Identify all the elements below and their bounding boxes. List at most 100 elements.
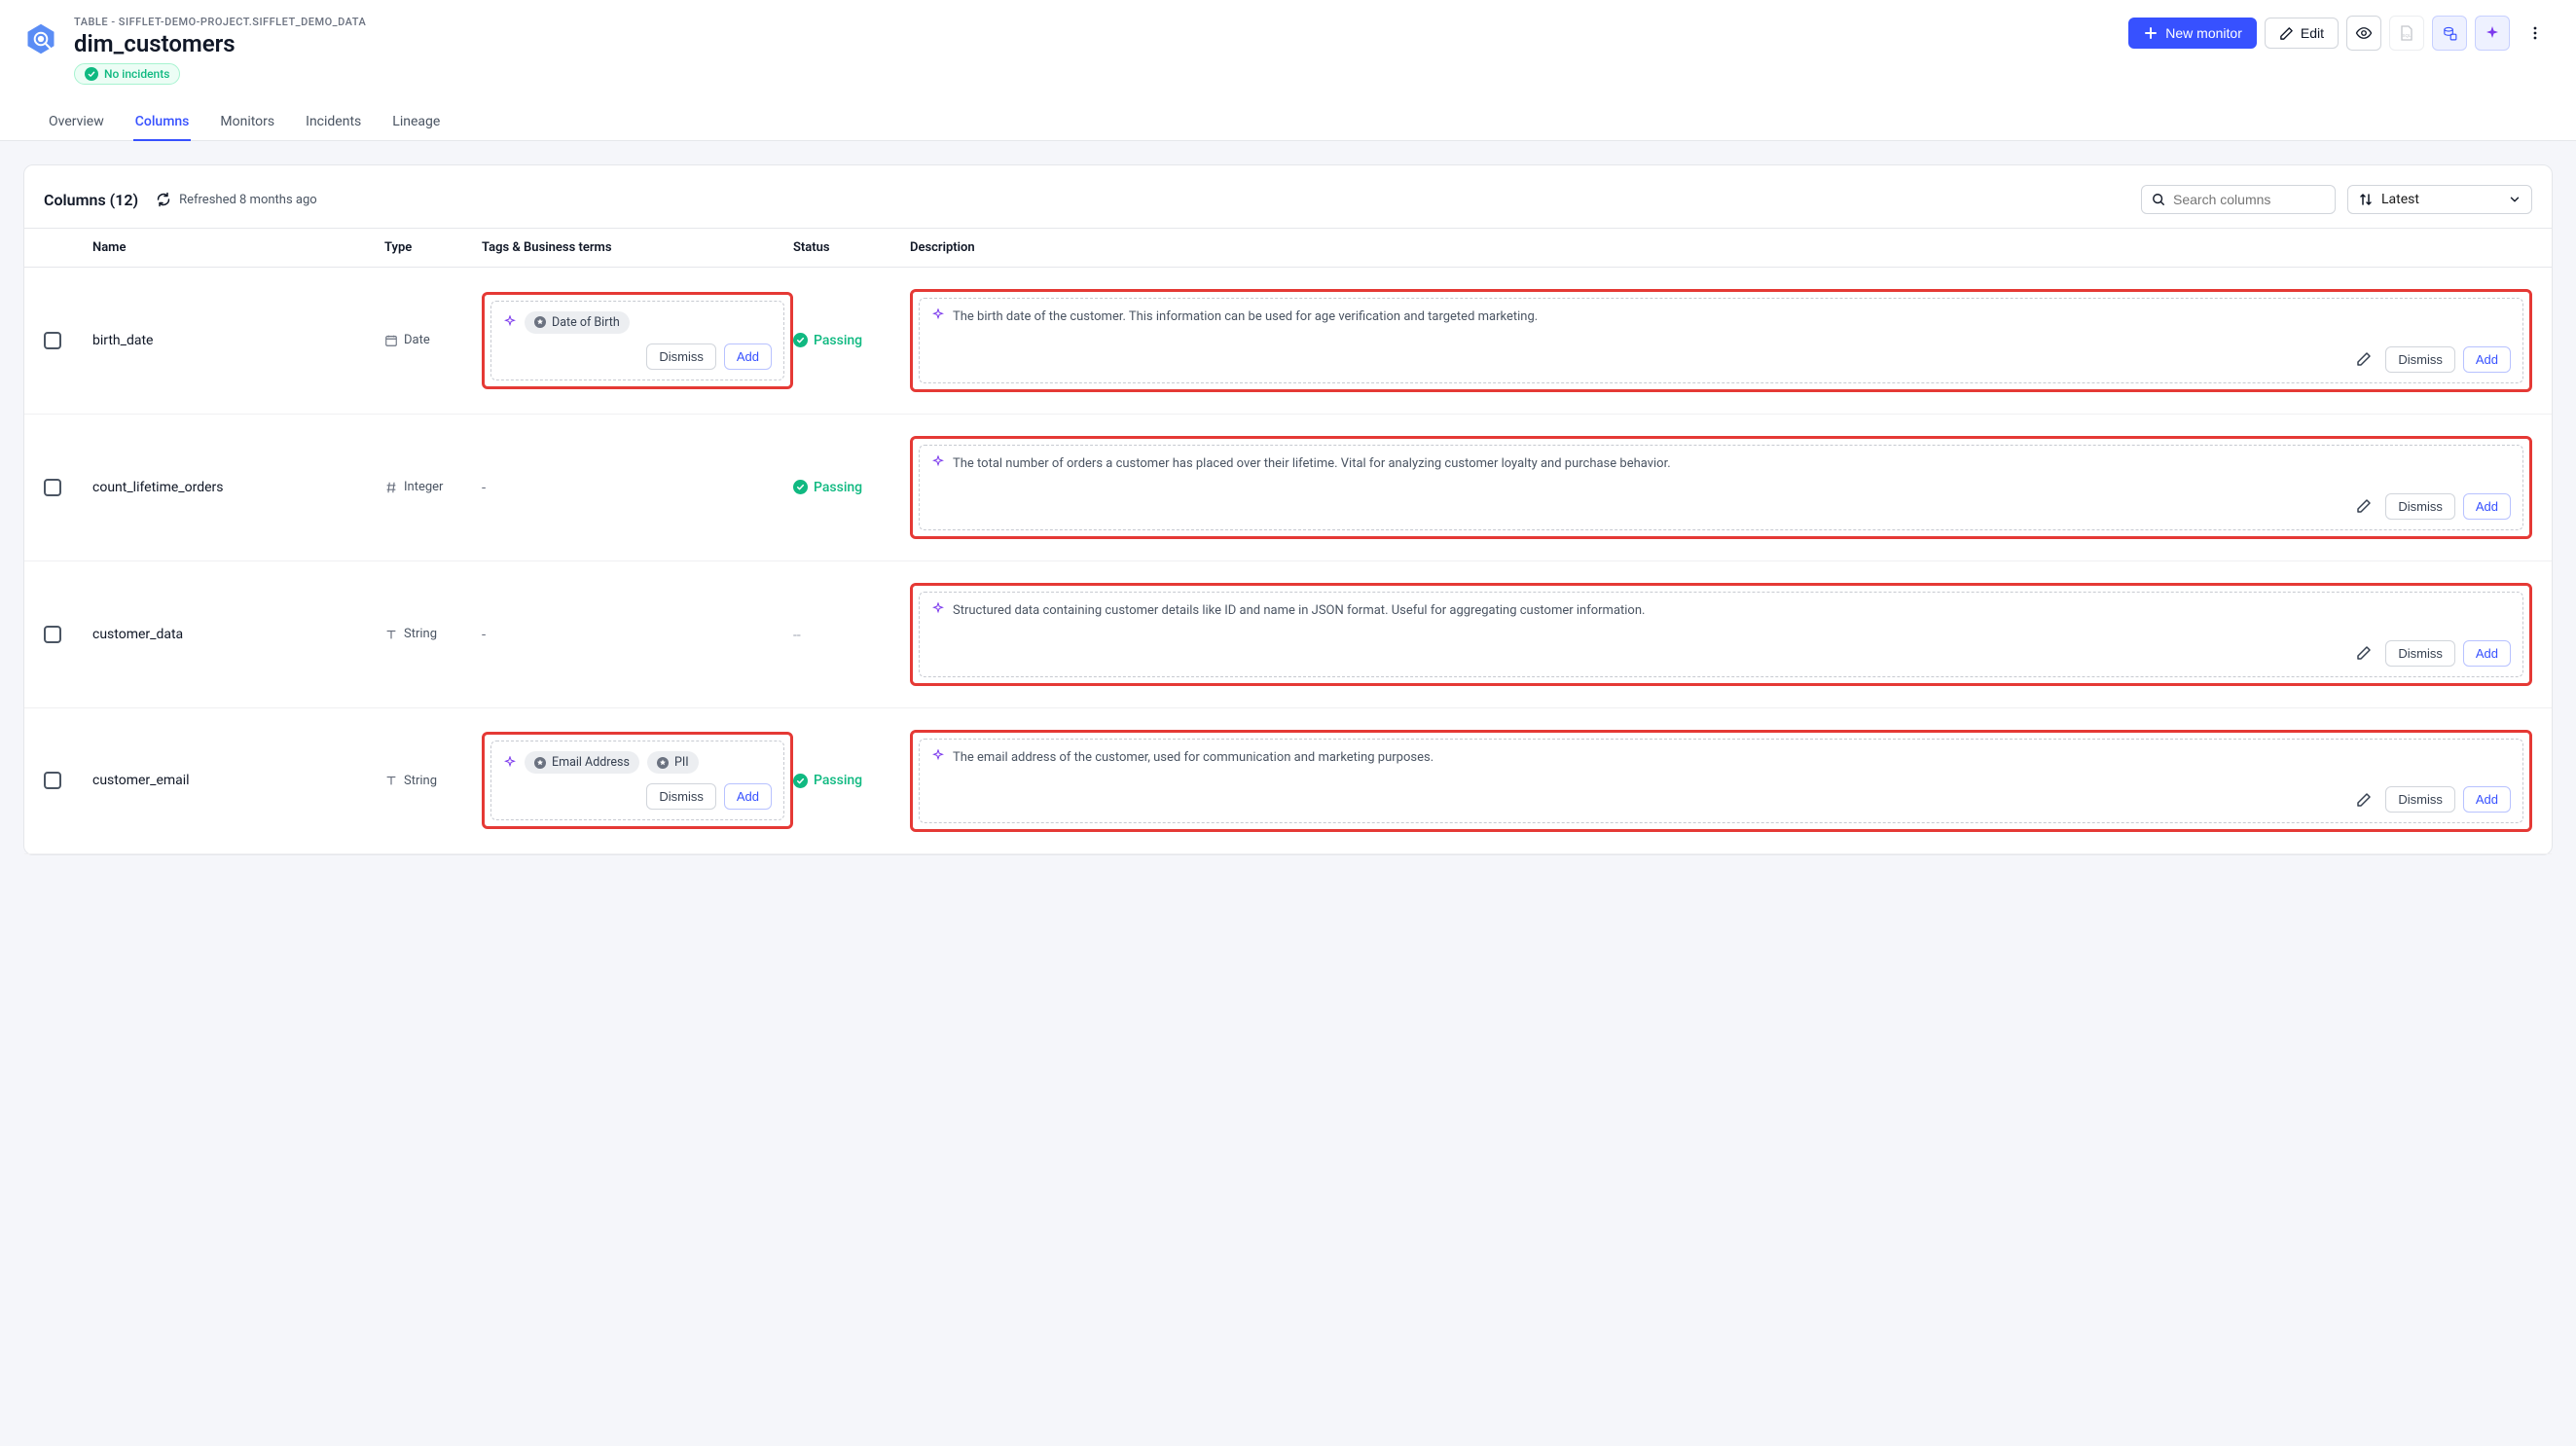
status-passing: Passing [793, 333, 910, 348]
table-header: Name Type Tags & Business terms Status D… [24, 228, 2552, 268]
copy-db-button[interactable] [2432, 16, 2467, 51]
tag-pill[interactable]: Date of Birth [525, 311, 630, 334]
tags-suggestion-box: Date of Birth Dismiss Add [490, 301, 784, 380]
sql-file-icon: SQL [2399, 25, 2414, 41]
column-name: customer_data [92, 627, 384, 642]
pencil-icon[interactable] [2356, 792, 2372, 808]
table-row: customer_email String Email Address PII D… [24, 708, 2552, 855]
status-passing: Passing [793, 480, 910, 495]
row-checkbox[interactable] [44, 626, 61, 643]
badge-label: No incidents [104, 67, 169, 81]
tab-columns[interactable]: Columns [133, 104, 192, 141]
column-description-cell: Structured data containing customer deta… [910, 583, 2532, 686]
pencil-icon[interactable] [2356, 645, 2372, 661]
eye-button[interactable] [2346, 16, 2381, 51]
chevron-down-icon [2508, 193, 2522, 206]
tag-pill[interactable]: PII [647, 751, 699, 774]
pencil-icon[interactable] [2356, 498, 2372, 514]
eye-icon [2355, 24, 2373, 42]
more-menu-button[interactable] [2518, 16, 2553, 51]
tabs: Overview Columns Monitors Incidents Line… [23, 104, 2553, 140]
columns-table: Name Type Tags & Business terms Status D… [24, 228, 2552, 854]
add-button[interactable]: Add [2463, 346, 2511, 373]
add-button[interactable]: Add [2463, 786, 2511, 813]
row-checkbox[interactable] [44, 479, 61, 496]
edit-button[interactable]: Edit [2265, 18, 2339, 49]
new-monitor-button[interactable]: New monitor [2128, 18, 2257, 49]
th-name: Name [92, 240, 384, 255]
status-empty: -- [793, 628, 801, 643]
dismiss-button[interactable]: Dismiss [646, 343, 716, 370]
star-icon [657, 757, 669, 769]
ai-sparkle-icon [931, 602, 945, 616]
header-actions: New monitor Edit SQL [2128, 16, 2553, 51]
description-highlight: The email address of the customer, used … [910, 730, 2532, 833]
bigquery-icon [23, 21, 58, 56]
star-icon [534, 757, 546, 769]
row-checkbox[interactable] [44, 332, 61, 349]
sql-button[interactable]: SQL [2389, 16, 2424, 51]
description-suggestion-box: The total number of orders a customer ha… [919, 445, 2523, 530]
sort-select[interactable]: Latest [2347, 185, 2532, 214]
description-highlight: Structured data containing customer deta… [910, 583, 2532, 686]
page-header: TABLE - SIFFLET-DEMO-PROJECT.SIFFLET_DEM… [0, 0, 2576, 141]
dismiss-button[interactable]: Dismiss [646, 783, 716, 810]
search-input[interactable] [2173, 192, 2325, 207]
tag-pill[interactable]: Email Address [525, 751, 639, 774]
sort-label: Latest [2381, 192, 2419, 207]
dismiss-button[interactable]: Dismiss [2385, 346, 2455, 373]
dismiss-button[interactable]: Dismiss [2385, 786, 2455, 813]
column-name: customer_email [92, 773, 384, 788]
column-name: count_lifetime_orders [92, 480, 384, 495]
column-status-cell: Passing [793, 333, 910, 348]
tag-label: Email Address [552, 755, 630, 770]
refresh-icon[interactable] [156, 192, 171, 207]
add-button[interactable]: Add [724, 343, 772, 370]
refreshed-text: Refreshed 8 months ago [179, 193, 317, 207]
tab-overview[interactable]: Overview [47, 104, 106, 141]
ai-sparkle-icon [931, 749, 945, 763]
svg-text:SQL: SQL [2402, 33, 2412, 38]
page-title: dim_customers [74, 30, 2113, 57]
tab-incidents[interactable]: Incidents [304, 104, 363, 141]
header-top-row: TABLE - SIFFLET-DEMO-PROJECT.SIFFLET_DEM… [23, 16, 2553, 85]
description-highlight: The total number of orders a customer ha… [910, 436, 2532, 539]
column-description-cell: The total number of orders a customer ha… [910, 436, 2532, 539]
description-highlight: The birth date of the customer. This inf… [910, 289, 2532, 392]
dismiss-button[interactable]: Dismiss [2385, 493, 2455, 520]
search-icon [2152, 192, 2165, 207]
column-status-cell: Passing [793, 480, 910, 495]
add-button[interactable]: Add [2463, 640, 2511, 667]
table-row: customer_data String - -- Structured dat… [24, 561, 2552, 708]
column-type: Integer [384, 480, 482, 494]
columns-panel: Columns (12) Refreshed 8 months ago Late… [23, 164, 2553, 855]
tab-monitors[interactable]: Monitors [218, 104, 276, 141]
ai-sparkle-icon [503, 756, 517, 770]
column-type: String [384, 774, 482, 788]
tags-empty: - [482, 626, 486, 643]
column-tags-cell: Date of Birth Dismiss Add [482, 292, 793, 389]
description-text: Structured data containing customer deta… [953, 602, 1645, 621]
description-suggestion-box: The birth date of the customer. This inf… [919, 298, 2523, 383]
add-button[interactable]: Add [2463, 493, 2511, 520]
sort-arrows-icon [2358, 192, 2374, 207]
header-info: TABLE - SIFFLET-DEMO-PROJECT.SIFFLET_DEM… [74, 16, 2113, 85]
column-type: Date [384, 333, 482, 347]
tab-lineage[interactable]: Lineage [390, 104, 442, 141]
row-checkbox[interactable] [44, 772, 61, 789]
tags-highlight: Date of Birth Dismiss Add [482, 292, 793, 389]
column-tags-cell: Email Address PII Dismiss Add [482, 732, 793, 829]
search-input-wrapper[interactable] [2141, 185, 2336, 214]
pencil-icon [2279, 26, 2294, 41]
ai-sparkle-icon [931, 455, 945, 469]
ai-sparkle-button[interactable] [2475, 16, 2510, 51]
dots-vertical-icon [2527, 25, 2543, 41]
th-status: Status [793, 240, 910, 255]
column-status-cell: Passing [793, 773, 910, 788]
check-circle-icon [85, 67, 98, 81]
tags-highlight: Email Address PII Dismiss Add [482, 732, 793, 829]
dismiss-button[interactable]: Dismiss [2385, 640, 2455, 667]
add-button[interactable]: Add [724, 783, 772, 810]
pencil-icon[interactable] [2356, 351, 2372, 367]
status-passing: Passing [793, 773, 910, 788]
